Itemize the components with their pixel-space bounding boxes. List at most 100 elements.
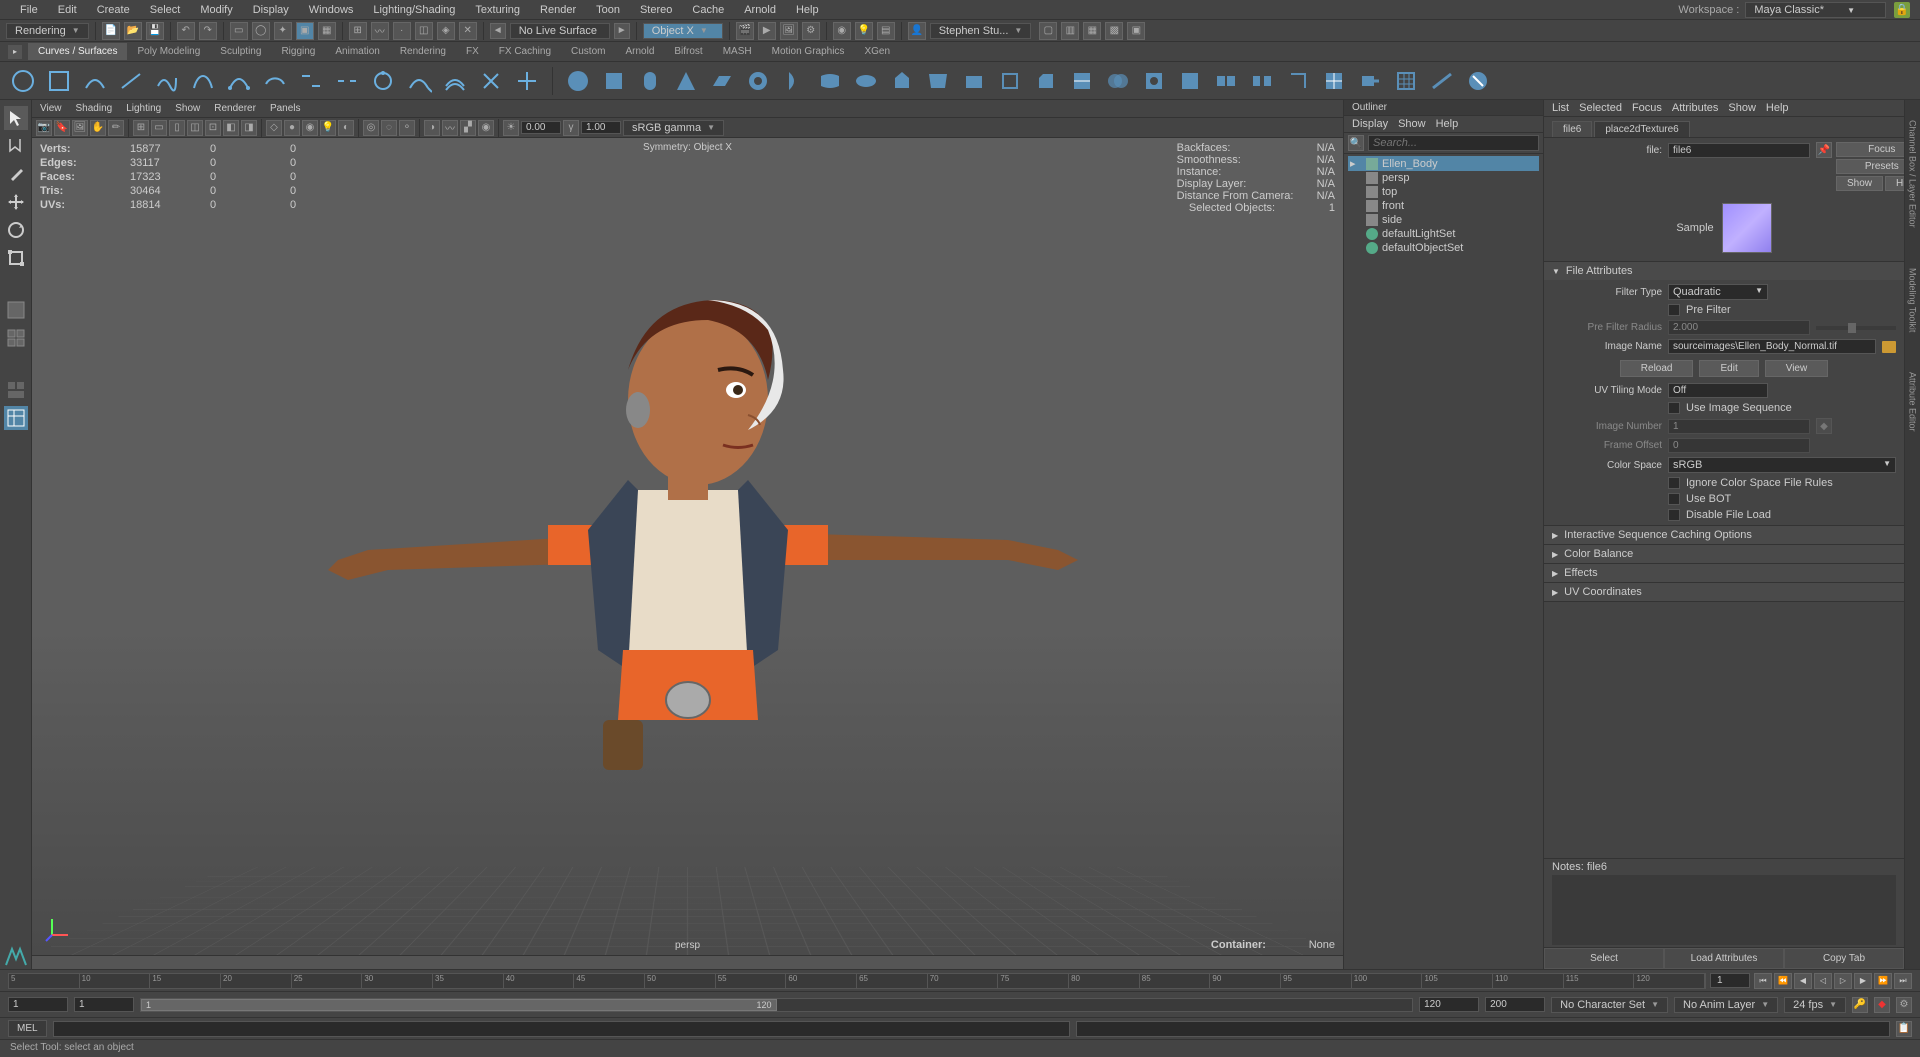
search-icon[interactable]: 🔍 [1348,135,1364,151]
step-forward-key-icon[interactable]: ⏩ [1874,973,1892,989]
pre-filter-radius-slider[interactable] [1816,326,1896,330]
anim-layer-dropdown[interactable]: No Anim Layer▼ [1674,997,1778,1013]
shelf-tab-fxcache[interactable]: FX Caching [489,43,561,60]
view-button[interactable]: View [1765,360,1829,377]
vp-gate-mask-icon[interactable]: ◫ [187,120,203,136]
outliner-menu-show[interactable]: Show [1398,118,1426,130]
shelf-bezier-icon[interactable] [188,66,218,96]
vp-safe-title-icon[interactable]: ◨ [241,120,257,136]
vp-xray-joints-icon[interactable]: ⚬ [399,120,415,136]
shelf-trim-icon[interactable] [1139,66,1169,96]
shelf-cylinder-icon[interactable] [635,66,665,96]
anim-prefs-icon[interactable]: ⚙ [1896,997,1912,1013]
shelf-insert-knot-icon[interactable] [368,66,398,96]
section-seq-caching[interactable]: ▶Interactive Sequence Caching Options [1544,526,1904,544]
shelf-pencil-curve-icon[interactable] [116,66,146,96]
shelf-tab-rendering[interactable]: Rendering [390,43,456,60]
step-forward-icon[interactable]: ▶ [1854,973,1872,989]
redo-icon[interactable]: ↷ [199,22,217,40]
tab-attribute-editor[interactable]: Attribute Editor [1908,372,1918,432]
reload-button[interactable]: Reload [1620,360,1694,377]
vp-menu-view[interactable]: View [40,103,62,114]
cmd-language-label[interactable]: MEL [8,1020,47,1037]
auto-key-icon[interactable]: 🔑 [1852,997,1868,1013]
vp-exposure-value[interactable]: 0.00 [521,121,561,134]
range-end-outer[interactable] [1485,997,1545,1012]
shelf-tab-sculpt[interactable]: Sculpting [210,43,271,60]
shelf-detach-srf-icon[interactable] [1247,66,1277,96]
shelf-3pt-arc-icon[interactable] [224,66,254,96]
section-uv-coords[interactable]: ▶UV Coordinates [1544,583,1904,601]
live-prev-icon[interactable]: ◄ [490,23,506,39]
layout-2-icon[interactable]: ▥ [1061,22,1079,40]
shelf-tab-xgen[interactable]: XGen [854,43,900,60]
shelf-surface-edit-icon[interactable] [1463,66,1493,96]
component-mode-icon[interactable]: ▦ [318,22,336,40]
vp-res-gate-icon[interactable]: ▯ [169,120,185,136]
rotate-tool-icon[interactable] [4,218,28,242]
goto-start-icon[interactable]: ⏮ [1754,973,1772,989]
layout-persp-graph-icon[interactable] [4,406,28,430]
layout-single-icon[interactable] [4,298,28,322]
attr-menu-attributes[interactable]: Attributes [1672,102,1718,114]
image-name-input[interactable] [1668,339,1876,354]
vp-wireframe-icon[interactable]: ◇ [266,120,282,136]
outliner-item-front[interactable]: front [1348,199,1539,213]
shelf-tab-poly[interactable]: Poly Modeling [127,43,210,60]
menu-texturing[interactable]: Texturing [465,2,530,18]
attr-menu-selected[interactable]: Selected [1579,102,1622,114]
snap-view-icon[interactable]: ◈ [437,22,455,40]
layout-1-icon[interactable]: ▢ [1039,22,1057,40]
vp-shadows-icon[interactable]: ◐ [338,120,354,136]
shelf-circle-icon[interactable] [8,66,38,96]
vp-2d-pan-icon[interactable]: ✋ [90,120,106,136]
shelf-project-curve-icon[interactable] [1067,66,1097,96]
shelf-extend-srf-icon[interactable] [1355,66,1385,96]
pin-icon[interactable]: 📌 [1816,142,1832,158]
use-bot-checkbox[interactable] [1668,493,1680,505]
shelf-untrim-icon[interactable] [1175,66,1205,96]
vp-menu-panels[interactable]: Panels [270,103,301,114]
outliner-item-side[interactable]: side [1348,213,1539,227]
vp-safe-action-icon[interactable]: ◧ [223,120,239,136]
shelf-square-icon[interactable] [44,66,74,96]
shelf-birail-icon[interactable] [923,66,953,96]
shelf-attach-curve-icon[interactable] [296,66,326,96]
attr-file-name-input[interactable] [1668,143,1810,158]
step-back-icon[interactable]: ◀ [1794,973,1812,989]
shelf-menu-icon[interactable]: ▸ [8,45,22,59]
fps-dropdown[interactable]: 24 fps▼ [1784,997,1846,1013]
lock-icon[interactable]: 🔒 [1894,2,1910,18]
current-frame-input[interactable]: 1 [1710,973,1750,988]
vp-aa-icon[interactable]: ▞ [460,120,476,136]
menu-select[interactable]: Select [140,2,191,18]
goto-end-icon[interactable]: ⏭ [1894,973,1912,989]
vp-ao-icon[interactable]: ◑ [424,120,440,136]
shelf-attach-srf-icon[interactable] [1211,66,1241,96]
shelf-plane-icon[interactable] [707,66,737,96]
vp-bookmark-icon[interactable]: 🔖 [54,120,70,136]
shelf-extend-curve-icon[interactable] [404,66,434,96]
snap-live-icon[interactable]: ✕ [459,22,477,40]
shelf-revolve-icon[interactable] [779,66,809,96]
shelf-tab-rigging[interactable]: Rigging [271,43,325,60]
shelf-extrude-icon[interactable] [887,66,917,96]
menu-help[interactable]: Help [786,2,829,18]
filter-type-dropdown[interactable]: Quadratic▼ [1668,284,1768,300]
play-back-icon[interactable]: ◁ [1814,973,1832,989]
paint-select-tool-icon[interactable] [4,162,28,186]
shelf-open-close-icon[interactable] [1283,66,1313,96]
menu-windows[interactable]: Windows [299,2,364,18]
vp-menu-shading[interactable]: Shading [76,103,113,114]
open-scene-icon[interactable]: 📂 [124,22,142,40]
outliner-item-objectset[interactable]: defaultObjectSet [1348,241,1539,255]
uv-tiling-dropdown[interactable]: Off [1668,383,1768,398]
menu-display[interactable]: Display [243,2,299,18]
layout-four-icon[interactable] [4,326,28,350]
attr-menu-show[interactable]: Show [1728,102,1756,114]
outliner-search-input[interactable] [1368,135,1539,151]
step-back-key-icon[interactable]: ⏪ [1774,973,1792,989]
vp-menu-lighting[interactable]: Lighting [126,103,161,114]
vp-dof-icon[interactable]: ◉ [478,120,494,136]
menu-edit[interactable]: Edit [48,2,87,18]
